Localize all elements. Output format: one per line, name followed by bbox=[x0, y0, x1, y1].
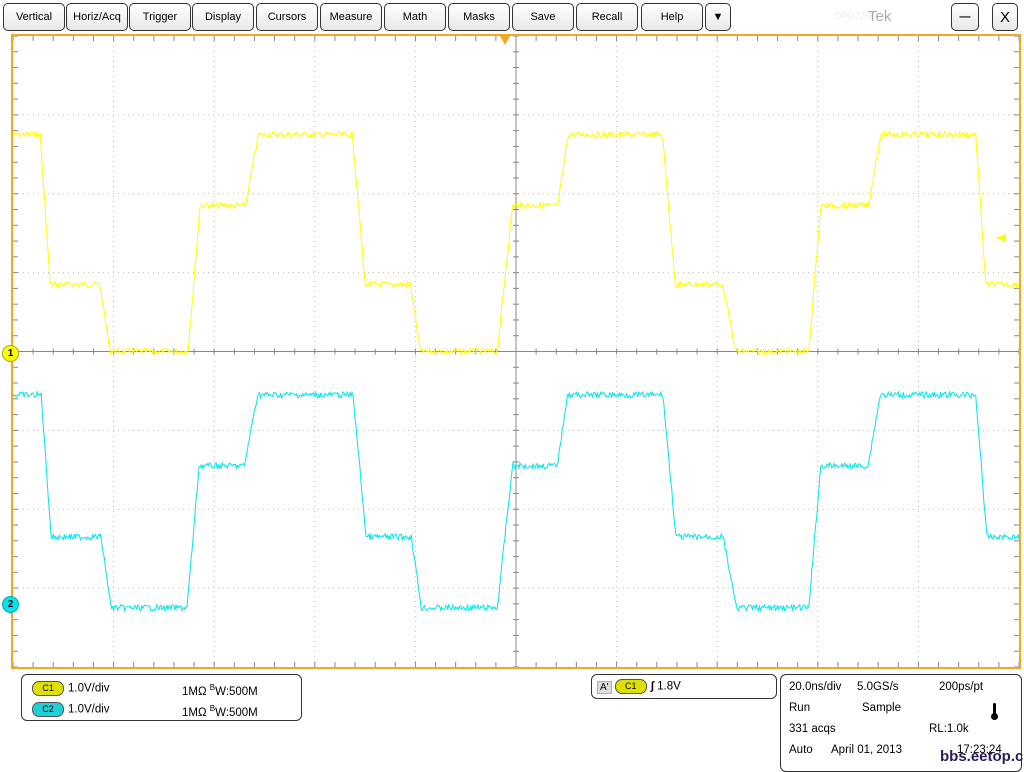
ch2-settings: 1MΩ BW:500M bbox=[182, 704, 258, 719]
ch2-bandwidth: W:500M bbox=[215, 706, 258, 719]
ch2-scale: 1.0V/div bbox=[68, 703, 110, 716]
ch1-readout[interactable]: C1 1.0V/div bbox=[32, 681, 110, 696]
menu-bar: DPO7254 Tek ▼ — X Vertical Horiz/Acq Trigg… bbox=[0, 0, 1024, 33]
trigger-level: 1.8V bbox=[657, 680, 681, 693]
run-state: Run bbox=[789, 702, 811, 714]
close-button[interactable]: X bbox=[992, 3, 1018, 31]
acq-count: 331 acqs bbox=[789, 723, 836, 735]
trigger-label: A' bbox=[597, 680, 612, 694]
menu-measure[interactable]: Measure bbox=[320, 3, 382, 31]
ch2-chip: C2 bbox=[32, 702, 64, 717]
menu-display[interactable]: Display bbox=[192, 3, 254, 31]
watermark: bbs.eetop.cn bbox=[940, 748, 1024, 765]
menu-masks[interactable]: Masks bbox=[448, 3, 510, 31]
trigger-level-marker bbox=[996, 234, 1006, 242]
minimize-button[interactable]: — bbox=[951, 3, 979, 31]
trigger-position-marker bbox=[500, 36, 510, 45]
ch1-scale: 1.0V/div bbox=[68, 682, 110, 695]
ch1-chip: C1 bbox=[32, 681, 64, 696]
menu-cursors[interactable]: Cursors bbox=[256, 3, 318, 31]
ch1-bandwidth: W:500M bbox=[215, 685, 258, 698]
trigger-panel[interactable]: A' C1 ∫ 1.8V bbox=[591, 674, 777, 699]
record-length: RL:1.0k bbox=[929, 723, 969, 735]
channel-panel[interactable]: C1 1.0V/div 1MΩ BW:500M C2 1.0V/div 1MΩ BW… bbox=[21, 674, 302, 721]
ch1-ground-marker[interactable]: 1 bbox=[2, 345, 19, 362]
tek-logo: Tek bbox=[868, 8, 892, 25]
menu-math[interactable]: Math bbox=[384, 3, 446, 31]
trigger-mode: Auto bbox=[789, 744, 813, 756]
menu-help[interactable]: Help bbox=[641, 3, 703, 31]
resolution: 200ps/pt bbox=[939, 681, 984, 693]
menu-recall[interactable]: Recall bbox=[576, 3, 638, 31]
ch2-ground-marker[interactable]: 2 bbox=[2, 596, 19, 613]
thermometer-icon bbox=[991, 703, 998, 720]
trigger-source-chip: C1 bbox=[614, 679, 647, 694]
ch1-settings: 1MΩ BW:500M bbox=[182, 683, 258, 698]
menu-horiz-acq[interactable]: Horiz/Acq bbox=[66, 3, 128, 31]
trigger-readout: A' C1 ∫ 1.8V bbox=[597, 679, 681, 694]
more-menu-button[interactable]: ▼ bbox=[705, 3, 731, 31]
waveform-display[interactable] bbox=[11, 34, 1021, 669]
date: April 01, 2013 bbox=[831, 744, 902, 756]
ch2-readout[interactable]: C2 1.0V/div bbox=[32, 702, 110, 717]
rising-edge-icon: ∫ bbox=[650, 680, 654, 693]
menu-save[interactable]: Save bbox=[512, 3, 574, 31]
ch1-impedance: 1MΩ bbox=[182, 685, 207, 698]
menu-vertical[interactable]: Vertical bbox=[3, 3, 65, 31]
ch2-impedance: 1MΩ bbox=[182, 706, 207, 719]
waveform-plot bbox=[13, 36, 1019, 667]
acq-mode: Sample bbox=[862, 702, 901, 714]
sample-rate: 5.0GS/s bbox=[857, 681, 899, 693]
timebase: 20.0ns/div bbox=[789, 681, 842, 693]
menu-trigger[interactable]: Trigger bbox=[129, 3, 191, 31]
